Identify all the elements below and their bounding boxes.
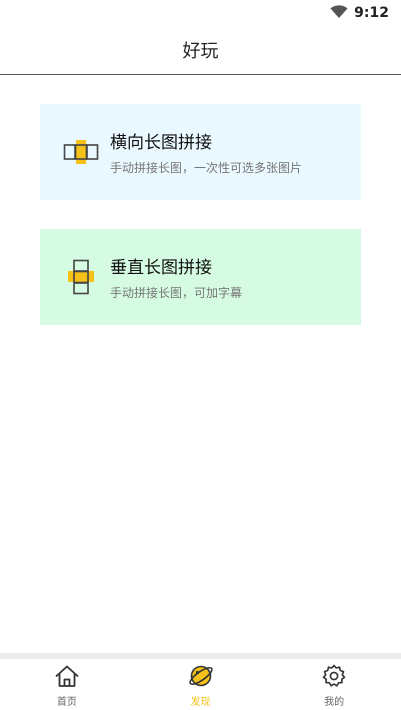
gear-icon xyxy=(321,664,347,692)
card-subtitle: 手动拼接长图，一次性可选多张图片 xyxy=(110,161,303,175)
bottom-tab-bar: 首页 发现 我的 xyxy=(0,659,401,710)
card-text: 横向长图拼接 手动拼接长图，一次性可选多张图片 xyxy=(110,128,302,176)
tab-label: 首页 xyxy=(56,696,77,708)
vertical-stitch-icon xyxy=(60,256,102,298)
tab-home[interactable]: 首页 xyxy=(0,659,134,710)
card-subtitle: 手动拼接长图，可加字幕 xyxy=(110,286,243,300)
planet-icon xyxy=(188,664,214,692)
status-bar: 9:12 xyxy=(0,0,401,26)
wifi-icon xyxy=(330,4,348,23)
tab-mine[interactable]: 我的 xyxy=(267,659,401,710)
card-text: 垂直长图拼接 手动拼接长图，可加字幕 xyxy=(110,253,242,301)
status-right: 9:12 xyxy=(330,4,389,22)
home-icon xyxy=(54,664,80,692)
page-title: 好玩 xyxy=(182,41,219,62)
tab-label: 发现 xyxy=(190,696,211,708)
card-title: 垂直长图拼接 xyxy=(110,258,212,278)
status-time: 9:12 xyxy=(354,5,389,21)
horizontal-stitch-icon xyxy=(60,131,102,173)
tab-label: 我的 xyxy=(324,696,345,708)
card-title: 横向长图拼接 xyxy=(110,133,212,153)
vertical-stitch-card[interactable]: 垂直长图拼接 手动拼接长图，可加字幕 xyxy=(40,229,361,325)
horizontal-stitch-card[interactable]: 横向长图拼接 手动拼接长图，一次性可选多张图片 xyxy=(40,104,361,200)
app-bar: 好玩 xyxy=(0,26,401,75)
tab-discover[interactable]: 发现 xyxy=(134,659,268,710)
